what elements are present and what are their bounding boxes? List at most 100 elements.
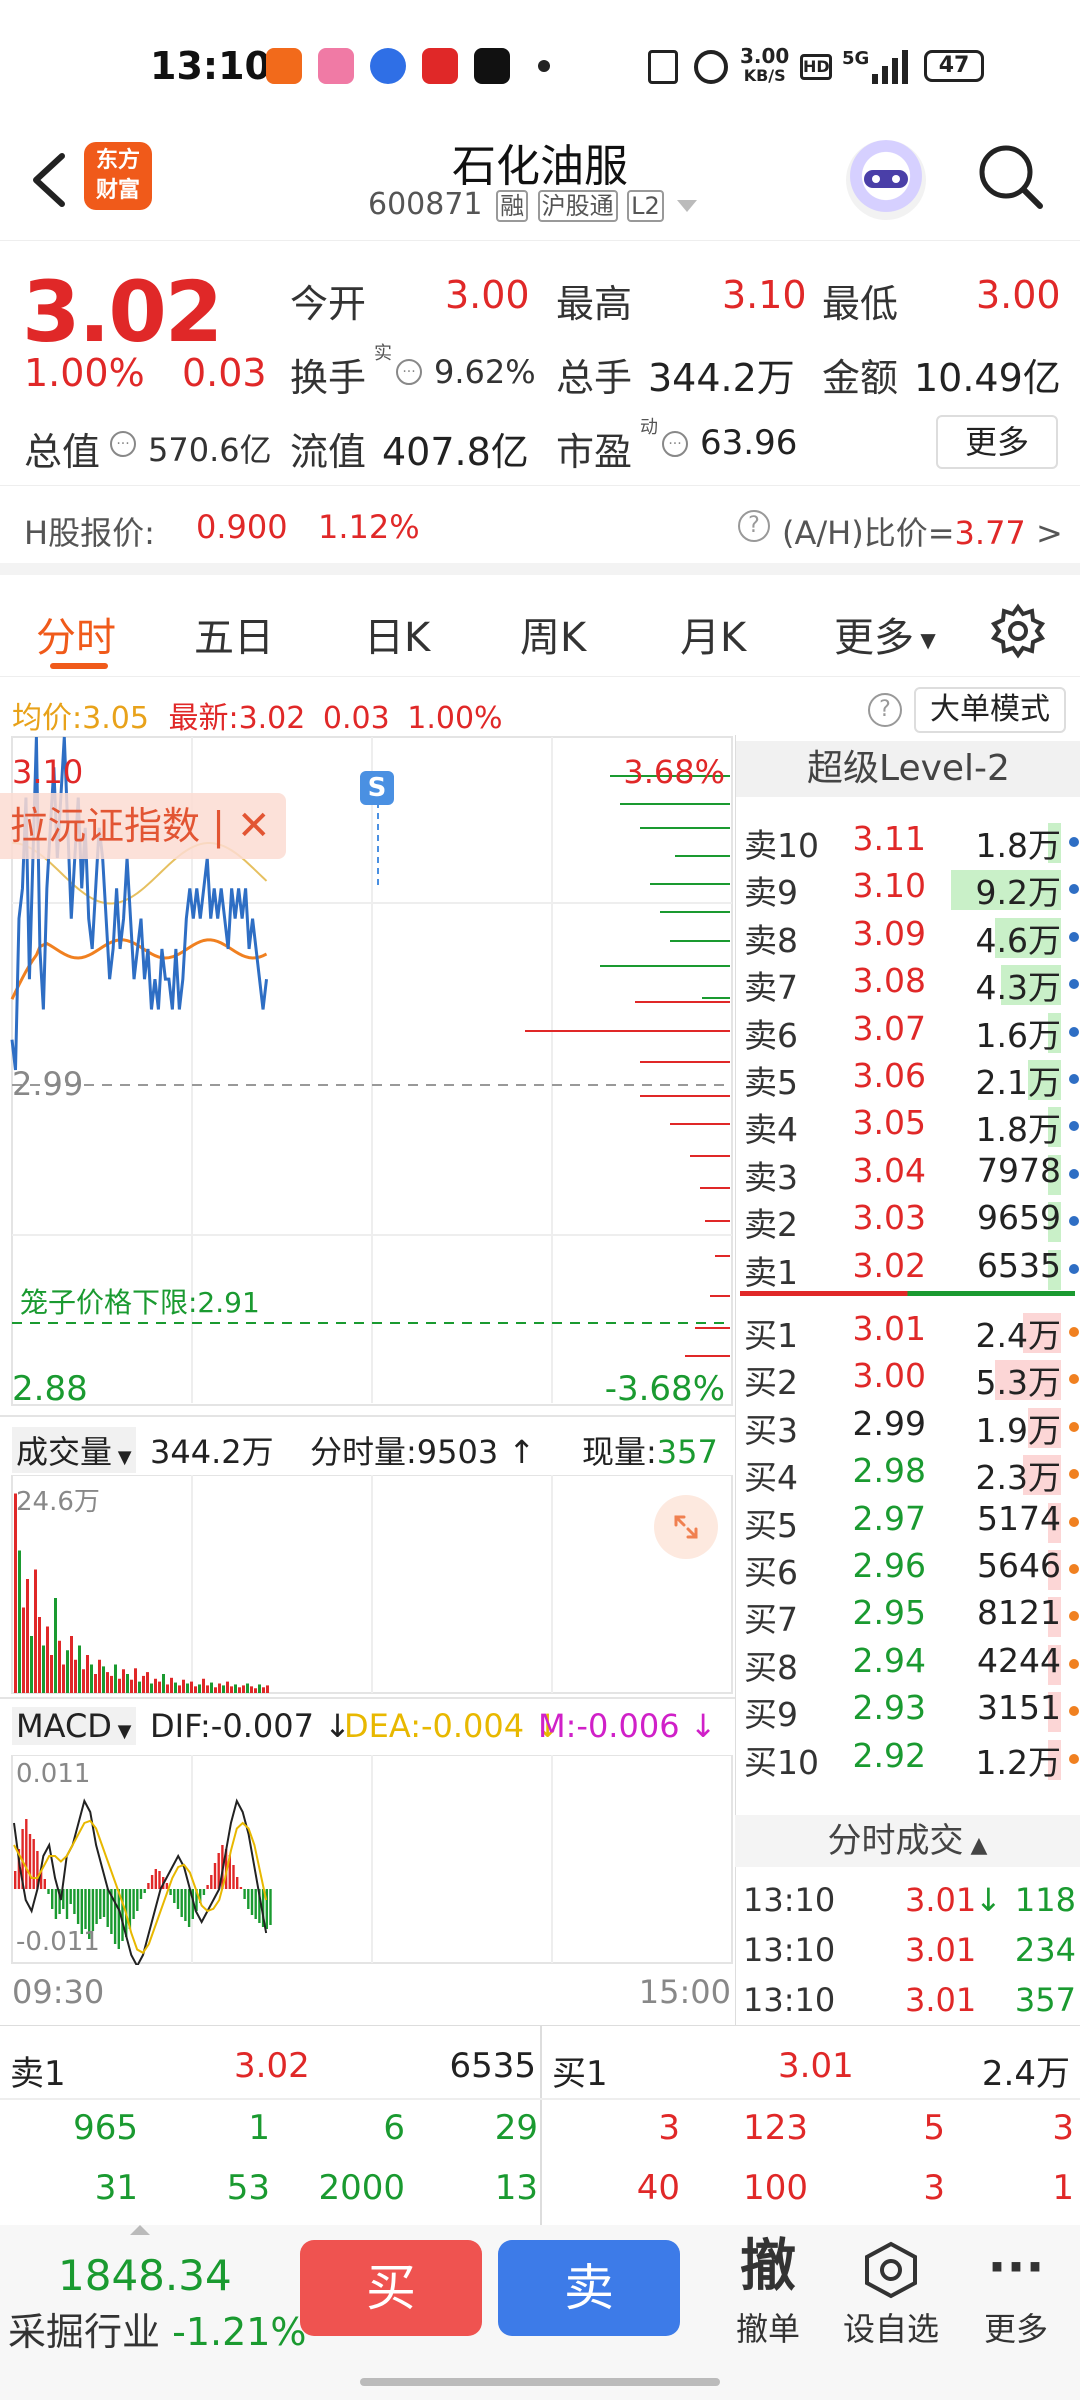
trade-time: 13:10 [743,1881,836,1919]
bid-row[interactable]: 买1 3.01 2.4万 [736,1309,1080,1357]
tab-monthly-k[interactable]: 月K [680,605,746,663]
level-volume: 4.3万 [975,968,1061,1008]
trade-row: 13:10 3.01 ↓ 118 [735,1881,1080,1929]
depth-line [640,1061,730,1063]
sell-button[interactable]: 卖 [498,2240,680,2336]
turnover-sup: 实 [374,343,392,364]
bid-row[interactable]: 买8 2.94 4244 [736,1641,1080,1689]
expand-icon[interactable] [654,1495,718,1559]
macd-bar [25,1819,28,1889]
depth-line [525,1030,730,1032]
ask-row[interactable]: 卖4 3.05 1.8万 [736,1103,1080,1151]
info-icon[interactable]: ··· [110,431,136,457]
watch-label: 设自选 [842,2310,939,2348]
bid-row[interactable]: 买6 2.96 5646 [736,1546,1080,1594]
volume-bar [258,1684,261,1693]
level-label: 卖8 [744,920,798,960]
info-icon[interactable]: ··· [662,431,688,457]
ask-row[interactable]: 卖5 3.06 2.1万 [736,1056,1080,1104]
tab-more[interactable]: 更多 ▼ [834,605,936,663]
level-label: 买4 [744,1458,798,1498]
trade-time: 13:10 [743,1981,836,2019]
macd-bar [187,1889,191,1927]
index-row[interactable]: 采掘行业 -1.21% [8,2301,307,2356]
more-button[interactable]: 更多 [936,415,1058,469]
pe-value: 63.96 [700,423,798,463]
depth-line [705,1220,730,1222]
buy-button[interactable]: 买 [300,2240,482,2336]
volume-bar [66,1650,69,1693]
triangle-up-icon: ▲ [963,1833,988,1858]
net-speed-unit: KB/S [743,66,786,85]
cancel-order-button[interactable]: 撤 撤单 [718,2230,818,2350]
bid-row[interactable]: 买2 3.00 5.3万 [736,1356,1080,1404]
signal-badge[interactable]: S [360,771,394,805]
robot-assistant-icon[interactable] [846,140,926,220]
macd-bar [73,1889,76,1914]
level-volume: 2.3万 [975,1458,1061,1498]
ask-row[interactable]: 卖7 3.08 4.3万 [736,961,1080,1009]
dea-text: DEA:-0.004 [344,1707,525,1745]
search-icon[interactable] [976,142,1046,212]
volume-total: 344.2万 [150,1433,274,1471]
tab-intraday[interactable]: 分时 [36,605,116,663]
volume-bar [82,1669,85,1693]
volume-bar [122,1669,125,1693]
index-value[interactable]: 1848.34 [58,2251,232,2300]
big-order-mode-button[interactable]: 大单模式 [914,687,1066,733]
level-label: 买1 [744,1316,798,1355]
close-icon[interactable]: ✕ [237,803,271,849]
bid-row[interactable]: 买9 2.93 3151 [736,1688,1080,1736]
tab-five-day[interactable]: 五日 [194,605,274,663]
volume-bar [46,1626,49,1693]
add-watchlist-button[interactable]: 设自选 [836,2230,946,2350]
ask-row[interactable]: 卖1 3.02 6535 [736,1246,1080,1294]
ask-row[interactable]: 卖10 3.11 1.8万 [736,819,1080,867]
bid-row[interactable]: 买10 2.92 1.2万 [736,1736,1080,1784]
level-volume: 8121 [977,1593,1061,1633]
gear-icon[interactable] [990,603,1046,659]
level-dot-icon [1069,1658,1079,1669]
ask-row[interactable]: 卖6 3.07 1.6万 [736,1009,1080,1057]
level2-title[interactable]: 超级Level-2 [736,741,1080,797]
macd-bar [250,1889,254,1915]
pe-label: 市盈 [556,430,633,474]
question-icon[interactable]: ? [738,510,770,542]
bid-row[interactable]: 买5 2.97 5174 [736,1499,1080,1547]
volume-bar [166,1684,169,1693]
volume-bar [78,1645,81,1693]
bid-row[interactable]: 买7 2.95 8121 [736,1593,1080,1641]
ask-row[interactable]: 卖9 3.10 9.2万 [736,866,1080,914]
queue-bid-vol: 2.4万 [981,2054,1070,2094]
ask-row[interactable]: 卖8 3.09 4.6万 [736,914,1080,962]
volume-bar [22,1607,25,1693]
level-dot-icon [1069,1706,1079,1717]
intraday-chart[interactable]: 3.10 2.99 2.88 3.68% -3.68% 拉沅证指数 | ✕ S … [0,735,735,2025]
more-menu-button[interactable]: ··· 更多 [966,2230,1066,2350]
macd-header: MACD ▼ DIF:-0.007 ↓ DEA:-0.004 ↓ M:-0.00… [0,1697,735,1755]
index-overlay-chip[interactable]: 拉沅证指数 | ✕ [0,793,286,859]
trades-header[interactable]: 分时成交 ▲ [735,1815,1080,1867]
ask-row[interactable]: 卖2 3.03 9659 [736,1198,1080,1246]
queue-ask-vol: 6535 [449,2046,536,2086]
volume-dropdown[interactable]: 成交量 ▼ [12,1427,136,1473]
tag-connect: 沪股通 [537,190,618,222]
tab-daily-k[interactable]: 日K [364,605,430,663]
bid-row[interactable]: 买3 2.99 1.9万 [736,1404,1080,1452]
hshare-price: 0.900 [196,508,288,546]
ah-value: 3.77 [954,514,1026,552]
avg-value: 3.05 [82,701,149,736]
heart-app-icon [422,48,458,84]
info-icon[interactable]: ··· [396,359,422,385]
trade-ticks[interactable]: 分时成交 ▲ 13:10 3.01 ↓ 118 13:10 3.01 234 13:10 3.0… [735,1815,1080,2025]
hshare-row[interactable]: H股报价: 0.900 1.12% ? (A/H)比价=3.77 > [0,485,1080,575]
bid-row[interactable]: 买4 2.98 2.3万 [736,1451,1080,1499]
macd-bar [247,1889,250,1909]
stock-code-row[interactable]: 600871 融 沪股通 L2 [368,186,698,226]
question-icon[interactable]: ? [868,693,902,727]
ask-row[interactable]: 卖3 3.04 7978 [736,1151,1080,1199]
volume-bar [226,1681,229,1693]
tab-weekly-k[interactable]: 周K [520,605,586,663]
tag-margin: 融 [496,190,529,222]
macd-dropdown[interactable]: MACD ▼ [12,1707,136,1745]
